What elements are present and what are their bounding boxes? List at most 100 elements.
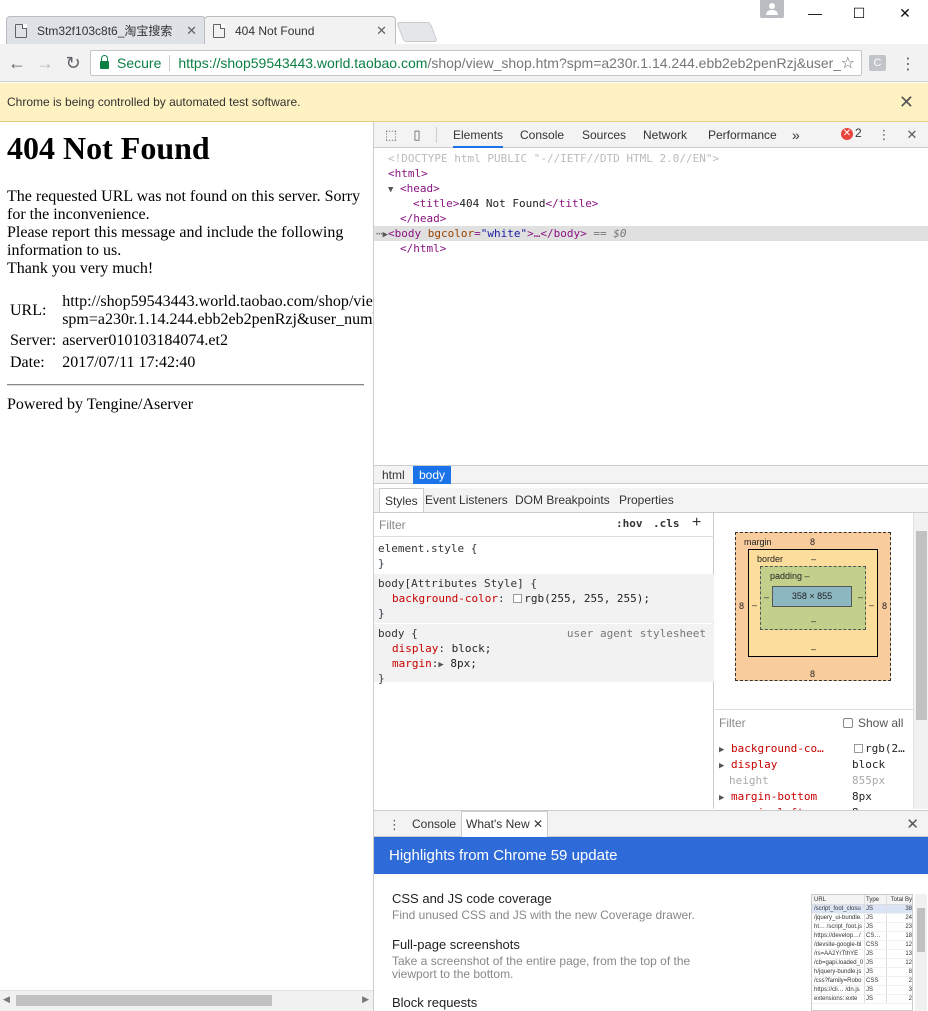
drawer-close-icon[interactable]: ✕ <box>906 815 919 833</box>
box-model-border[interactable]: border – – – – padding – – – – 358 × 855 <box>748 549 878 657</box>
border-right-value[interactable]: – <box>869 600 874 610</box>
computed-row[interactable]: ▶ margin-bottom 8px <box>719 789 913 805</box>
extension-icon[interactable]: C <box>869 55 886 71</box>
margin-right-value[interactable]: 8 <box>882 601 887 611</box>
drawer-tab-console[interactable]: Console <box>412 811 456 837</box>
scroll-left-icon[interactable]: ◀ <box>3 994 10 1005</box>
breadcrumb-body[interactable]: body <box>413 466 452 484</box>
tab-performance[interactable]: Performance <box>708 122 777 148</box>
more-tabs-icon[interactable]: » <box>792 122 800 148</box>
feature-item[interactable]: Block requests <box>392 995 477 1010</box>
property-value[interactable]: 8px; <box>450 657 477 670</box>
styles-filter-input[interactable]: Filter <box>379 518 406 532</box>
border-left-value[interactable]: – <box>752 600 757 610</box>
feature-item[interactable]: CSS and JS code coverage Find unused CSS… <box>392 891 732 922</box>
box-model-padding[interactable]: padding – – – – 358 × 855 <box>760 566 866 630</box>
class-toggle[interactable]: .cls <box>653 517 680 530</box>
dom-node[interactable]: <html> <box>374 166 928 181</box>
scrollbar-thumb[interactable] <box>16 995 272 1006</box>
box-model-margin[interactable]: margin 8 8 8 8 border – – – – padding – … <box>735 532 891 681</box>
bookmark-star-icon[interactable]: ☆ <box>841 53 855 73</box>
styles-vertical-scrollbar[interactable] <box>913 513 928 809</box>
scroll-right-icon[interactable]: ▶ <box>362 994 369 1005</box>
new-tab-button[interactable] <box>396 22 438 42</box>
dom-node-selected[interactable]: ⋯▶<body bgcolor="white">…</body> == $0 <box>374 226 928 241</box>
infobar-close-icon[interactable]: ✕ <box>899 92 914 113</box>
close-window-button[interactable]: ✕ <box>882 0 928 26</box>
hover-state-toggle[interactable]: :hov <box>616 517 643 530</box>
computed-filter-input[interactable]: Filter <box>719 716 746 730</box>
margin-bottom-value[interactable]: 8 <box>810 669 815 679</box>
show-all-checkbox[interactable]: Show all <box>843 716 903 730</box>
expand-triangle-icon[interactable]: ▶ <box>719 745 724 755</box>
new-rule-icon[interactable]: + <box>692 514 701 532</box>
dom-node[interactable]: </head> <box>374 211 928 226</box>
secure-label[interactable]: Secure <box>117 55 161 71</box>
url-text[interactable]: https://shop59543443.world.taobao.com/sh… <box>178 55 840 71</box>
scrollbar-thumb[interactable] <box>916 531 927 720</box>
feature-item[interactable]: Full-page screenshots Take a screenshot … <box>392 937 732 981</box>
tab-properties[interactable]: Properties <box>619 488 674 513</box>
breadcrumb-html[interactable]: html <box>376 466 411 484</box>
devtools-close-icon[interactable]: ✕ <box>905 128 919 142</box>
tab-event-listeners[interactable]: Event Listeners <box>425 488 508 513</box>
style-rule[interactable]: element.style { } <box>374 539 714 573</box>
computed-row[interactable]: ▶ display block <box>719 757 913 773</box>
whats-new-scrollbar[interactable] <box>915 894 927 1011</box>
box-model-content[interactable]: 358 × 855 <box>772 586 852 607</box>
dom-node[interactable]: <!DOCTYPE html PUBLIC "-//IETF//DTD HTML… <box>374 151 928 166</box>
property-name[interactable]: display <box>392 642 438 655</box>
tab-sources[interactable]: Sources <box>582 122 626 148</box>
address-bar[interactable]: Secure https://shop59543443.world.taobao… <box>90 50 862 76</box>
tab-dom-breakpoints[interactable]: DOM Breakpoints <box>515 488 610 513</box>
tab-404-not-found[interactable]: 404 Not Found ✕ <box>204 16 396 44</box>
tab-taobao-search[interactable]: Stm32f103c8t6_淘宝搜索 ✕ <box>6 16 206 44</box>
tab-console[interactable]: Console <box>520 122 564 148</box>
page-horizontal-scrollbar[interactable]: ◀ ▶ <box>0 990 373 1011</box>
node-actions-icon[interactable]: ⋯ <box>376 227 383 240</box>
drawer-menu-icon[interactable]: ⋮ <box>388 817 401 833</box>
minimize-button[interactable]: — <box>792 0 838 26</box>
padding-bottom-value[interactable]: – <box>811 616 816 626</box>
drawer-tab-whats-new[interactable]: What's New ✕ <box>461 811 549 837</box>
tab-network[interactable]: Network <box>643 122 687 148</box>
device-toolbar-icon[interactable]: ▯ <box>410 128 424 142</box>
tab-close-icon[interactable]: ✕ <box>186 23 197 39</box>
dom-node[interactable]: </html> <box>374 241 928 256</box>
forward-icon[interactable]: → <box>35 53 55 73</box>
chrome-menu-icon[interactable]: ⋮ <box>900 54 916 74</box>
tab-styles[interactable]: Styles <box>379 488 424 512</box>
border-bottom-value[interactable]: – <box>811 644 816 654</box>
tab-close-icon[interactable]: ✕ <box>376 23 387 39</box>
close-icon[interactable]: ✕ <box>533 817 543 831</box>
computed-row[interactable]: ▶ background-co… rgb(2… <box>719 741 913 757</box>
profile-icon[interactable] <box>760 0 784 18</box>
scrollbar-thumb[interactable] <box>917 908 925 952</box>
expand-triangle-icon[interactable]: ▶ <box>438 660 443 670</box>
padding-right-value[interactable]: – <box>858 592 863 602</box>
error-icon[interactable]: ✕ <box>841 128 853 140</box>
inspect-element-icon[interactable]: ⬚ <box>384 128 398 142</box>
maximize-button[interactable]: ☐ <box>836 0 882 26</box>
reload-icon[interactable]: ↻ <box>63 53 83 73</box>
style-rule[interactable]: body[Attributes Style] { background-colo… <box>374 574 714 623</box>
dom-node[interactable]: ▼ <head> <box>374 181 928 196</box>
computed-row[interactable]: height 855px <box>719 773 913 789</box>
property-value[interactable]: block; <box>452 642 492 655</box>
collapse-triangle-icon[interactable]: ▼ <box>388 185 393 195</box>
dom-node[interactable]: <title>404 Not Found</title> <box>374 196 928 211</box>
margin-left-value[interactable]: 8 <box>739 601 744 611</box>
tab-elements[interactable]: Elements <box>453 122 504 148</box>
expand-triangle-icon[interactable]: ▶ <box>719 761 724 771</box>
expand-triangle-icon[interactable]: ▶ <box>719 793 724 803</box>
padding-left-value[interactable]: – <box>764 592 769 602</box>
checkbox-icon[interactable] <box>843 718 853 728</box>
color-swatch-icon[interactable] <box>513 594 523 603</box>
error-count[interactable]: 2 <box>855 126 862 140</box>
back-icon[interactable]: ← <box>7 53 27 73</box>
property-name[interactable]: background-color <box>392 592 498 605</box>
property-name[interactable]: margin <box>392 657 432 670</box>
border-top-value[interactable]: – <box>811 554 816 564</box>
property-value[interactable]: rgb(255, 255, 255); <box>524 592 650 605</box>
devtools-menu-icon[interactable]: ⋮ <box>877 128 891 142</box>
